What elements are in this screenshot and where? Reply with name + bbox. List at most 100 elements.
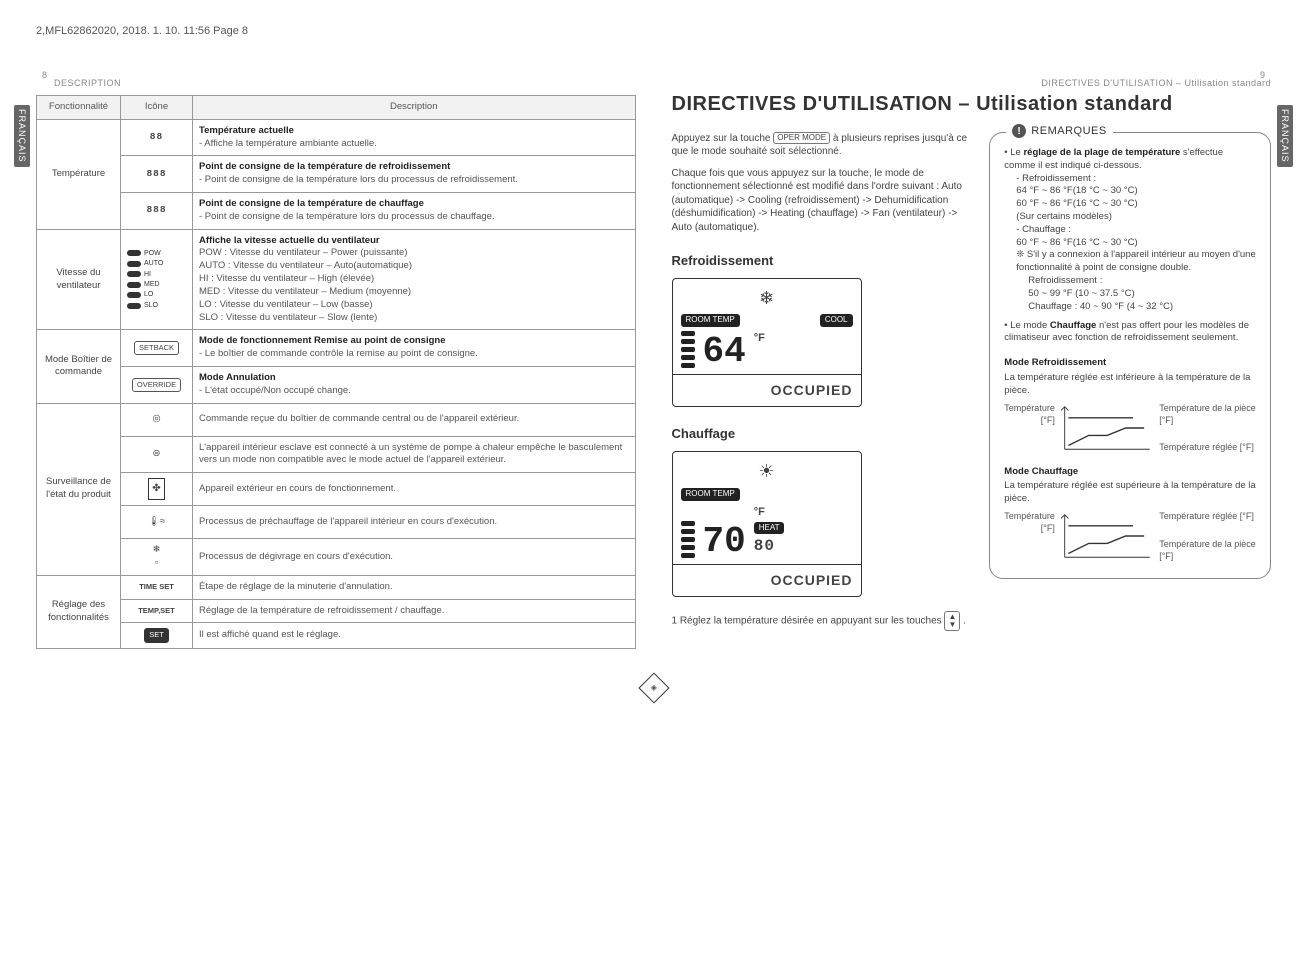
fan-label: SLO — [144, 301, 158, 310]
desc-title: Point de consigne de la température de c… — [199, 198, 424, 209]
table-row: Température 88 Température actuelle- Aff… — [37, 119, 636, 156]
label-set: Température réglée [°F] — [1159, 441, 1256, 453]
table-row: Surveillance de l'état du produit ◎ Comm… — [37, 403, 636, 436]
outdoor-run-icon: ✤ — [148, 478, 164, 500]
fan-label: POW — [144, 249, 161, 258]
fan-bars-icon — [681, 521, 695, 558]
sub-head: - Refroidissement : — [1004, 173, 1256, 186]
step-1: 1 Réglez la température désirée en appuy… — [672, 611, 968, 631]
remarks-title: REMARQUES — [1031, 124, 1106, 139]
override-icon: OVERRIDE — [132, 378, 181, 392]
desc-line: MED : Vitesse du ventilateur – Medium (m… — [199, 286, 411, 297]
desc-line: SLO : Vitesse du ventilateur – Slow (len… — [199, 312, 377, 323]
remarks-box: ! REMARQUES • Le réglage de la plage de … — [989, 132, 1271, 579]
table-row: 888 Point de consigne de la température … — [37, 193, 636, 230]
temp-set-icon: TEMP,SET — [138, 606, 175, 615]
desc-body: Réglage de la température de refroidisse… — [199, 605, 444, 616]
intro-paragraph: Appuyez sur la touche OPER MODE à plusie… — [672, 132, 968, 159]
text: • Le mode — [1004, 320, 1050, 331]
table-row: OVERRIDE Mode Annulation - L'état occupé/… — [37, 366, 636, 403]
lcd-temp: 64 — [703, 336, 746, 368]
lcd-cooling: ❄ ROOM TEMP COOL 64 °F — [672, 278, 862, 407]
desc-body: - Point de consigne de la température lo… — [199, 174, 518, 185]
lcd-heating: ☀ ROOM TEMP 70 °F HEAT 80 — [672, 451, 862, 597]
text: 1 Réglez la température désirée en appuy… — [672, 615, 945, 626]
desc-title: Température actuelle — [199, 125, 294, 136]
seg-88-icon: 88 — [150, 127, 163, 149]
running-head-left: DESCRIPTION — [36, 77, 636, 89]
desc-body: Processus de dégivrage en cours d'exécut… — [199, 551, 393, 562]
text: Appuyez sur la touche — [672, 133, 774, 144]
text: . — [963, 615, 966, 626]
sun-icon: ☀ — [681, 459, 853, 483]
sub-head: - Chauffage : — [1004, 224, 1256, 237]
table-row: TEMP,SET Réglage de la température de re… — [37, 599, 636, 623]
central-icon: ◎ — [152, 409, 160, 431]
th-desc: Description — [193, 95, 636, 119]
desc-body: L'appareil intérieur esclave est connect… — [199, 442, 622, 466]
content-left: Appuyez sur la touche OPER MODE à plusie… — [672, 132, 968, 631]
table-row: Réglage des fonctionnalités TIME SET Éta… — [37, 575, 636, 599]
func-monitor: Surveillance de l'état du produit — [37, 403, 121, 575]
seg-888-heat-icon: 888 — [146, 200, 166, 222]
graph-heating: Température [°F] Température rég — [1004, 510, 1256, 562]
table-row: ❄▫ Processus de dégivrage en cours d'exé… — [37, 539, 636, 576]
desc-body: - L'état occupé/Non occupé change. — [199, 385, 351, 396]
remarks-head: ! REMARQUES — [1006, 124, 1112, 139]
mode-heat-head: Mode Chauffage — [1004, 466, 1256, 479]
func-temperature: Température — [37, 119, 121, 229]
content-right: ! REMARQUES • Le réglage de la plage de … — [989, 132, 1271, 631]
desc-line: LO : Vitesse du ventilateur – Low (basse… — [199, 299, 373, 310]
registration-mark-icon: ◈ — [650, 682, 656, 693]
setback-icon: SETBACK — [134, 341, 179, 355]
room-temp-pill: ROOM TEMP — [681, 488, 740, 501]
text: • Le — [1004, 147, 1023, 158]
occupied-label: OCCUPIED — [771, 382, 853, 398]
desc-line: AUTO : Vitesse du ventilateur – Auto(aut… — [199, 260, 412, 271]
lcd-temp: 70 — [703, 526, 746, 558]
side-tab-left: FRANÇAIS — [14, 105, 30, 167]
desc-title: Point de consigne de la température de r… — [199, 161, 450, 172]
table-row: ⊜ L'appareil intérieur esclave est conne… — [37, 436, 636, 473]
table-row: 🌡≈ Processus de préchauffage de l'appare… — [37, 506, 636, 539]
table-row: ✤ Appareil extérieur en cours de fonctio… — [37, 473, 636, 506]
func-controlbox: Mode Boîtier de commande — [37, 330, 121, 403]
desc-line: HI : Vitesse du ventilateur – High (élev… — [199, 273, 374, 284]
lcd-unit: °F — [754, 331, 765, 346]
th-icon: Icône — [121, 95, 193, 119]
fan-speed-icon: POW AUTO HI MED LO SLO — [127, 249, 186, 311]
desc-line: POW : Vitesse du ventilateur – Power (pu… — [199, 247, 407, 258]
oper-mode-key-icon: OPER MODE — [773, 132, 830, 144]
th-func: Fonctionnalité — [37, 95, 121, 119]
running-head-right: DIRECTIVES D'UTILISATION – Utilisation s… — [672, 77, 1272, 89]
func-fan: Vitesse du ventilateur — [37, 229, 121, 330]
table-row: SET Il est affiché quand est le réglage. — [37, 623, 636, 648]
mode-cool-body: La température réglée est inférieure à l… — [1004, 372, 1256, 398]
features-table: Fonctionnalité Icône Description Tempéra… — [36, 95, 636, 649]
table-row: Mode Boîtier de commande SETBACK Mode de… — [37, 330, 636, 367]
table-row: 888 Point de consigne de la température … — [37, 156, 636, 193]
page-right: 9 DIRECTIVES D'UTILISATION – Utilisation… — [672, 69, 1272, 649]
up-down-key-icon: ▲▼ — [944, 611, 960, 631]
desc-body: Il est affiché quand est le réglage. — [199, 629, 341, 640]
label-room: Température de la pièce [°F] — [1159, 538, 1256, 562]
text-strong: Chauffage — [1050, 320, 1096, 331]
label-set: Température réglée [°F] — [1159, 510, 1256, 522]
desc-body: Processus de préchauffage de l'appareil … — [199, 516, 497, 527]
graph-cooling: Température [°F] Température de — [1004, 402, 1256, 454]
list-item: (Sur certains modèles) — [1004, 211, 1256, 224]
fan-label: LO — [144, 290, 153, 299]
cool-pill: COOL — [820, 314, 853, 327]
fan-label: HI — [144, 270, 151, 279]
page-number-left: 8 — [42, 69, 47, 81]
alert-icon: ! — [1012, 124, 1026, 138]
page-spread: 8 DESCRIPTION FRANÇAIS Fonctionnalité Ic… — [36, 69, 1271, 649]
desc-title: Mode Annulation — [199, 372, 276, 383]
snowflake-icon: ❄ — [681, 286, 853, 310]
y-axis-label: Température [°F] — [1004, 510, 1061, 562]
list-item: 50 ~ 99 °F (10 ~ 37.5 °C) — [1004, 288, 1256, 301]
desc-body: - Le boîtier de commande contrôle la rem… — [199, 348, 478, 359]
list-item: 60 °F ~ 86 °F(16 °C ~ 30 °C) — [1004, 198, 1256, 211]
y-axis-label: Température [°F] — [1004, 402, 1061, 454]
seg-888-cool-icon: 888 — [146, 163, 166, 185]
